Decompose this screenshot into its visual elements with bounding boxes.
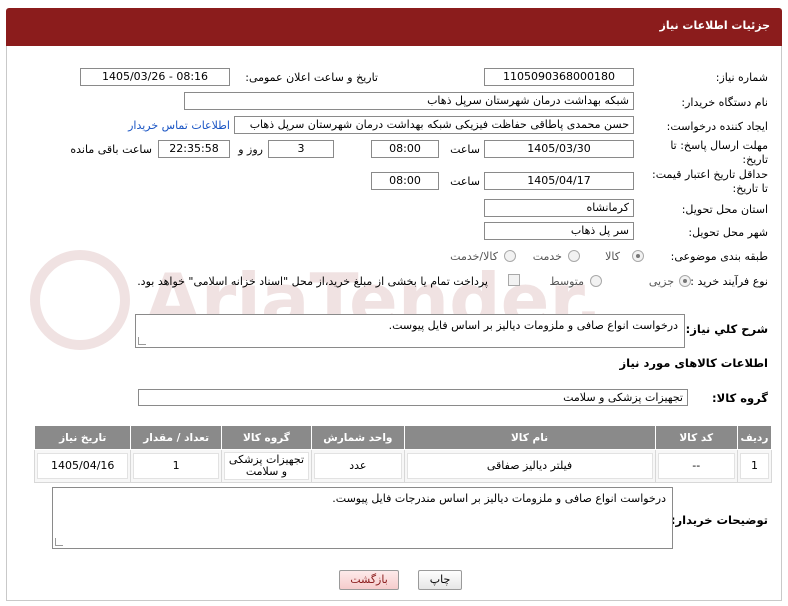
buyer-contact-link[interactable]: اطلاعات تماس خریدار <box>128 119 230 132</box>
city-label: شهر محل تحویل: <box>688 226 768 239</box>
validity-label: حداقل تاریخ اعتبار قیمت: <box>652 168 768 181</box>
cell-unit: عدد <box>314 453 402 479</box>
province-label: استان محل تحویل: <box>681 203 768 216</box>
deadline-date-field: 1405/03/30 <box>484 140 634 158</box>
col-unit: واحد شمارش <box>311 425 405 450</box>
col-goods-name: نام کالا <box>403 425 656 450</box>
print-button[interactable]: چاپ <box>418 570 462 590</box>
need-number-field: 1105090368000180 <box>484 68 634 86</box>
resize-grip-icon[interactable] <box>55 538 63 546</box>
summary-textarea[interactable]: درخواست انواع صافی و ملزومات دیالیز بر ا… <box>135 314 685 348</box>
buyer-org-field: شبکه بهداشت درمان شهرستان سرپل ذهاب <box>184 92 634 110</box>
time-remaining-field: 22:35:58 <box>158 140 230 158</box>
table-row: 1 -- فیلتر دیالیز صفاقی عدد تجهیزات پزشک… <box>33 449 773 483</box>
back-button[interactable]: بازگشت <box>339 570 399 590</box>
summary-label: شرح کلي نياز: <box>685 322 768 336</box>
announce-label: تاریخ و ساعت اعلان عمومی: <box>245 71 378 84</box>
process-radio-medium[interactable] <box>590 275 602 287</box>
requester-label: ایجاد کننده درخواست: <box>666 120 768 133</box>
goods-group-field: تجهیزات پزشکی و سلامت <box>138 389 688 406</box>
goods-table: ردیف کد کالا نام کالا واحد شمارش گروه کا… <box>33 425 773 483</box>
goods-section-title: اطلاعات کالاهای مورد نیاز <box>619 356 768 370</box>
province-field: کرمانشاه <box>484 199 634 217</box>
city-field: سر پل ذهاب <box>484 222 634 240</box>
validity-time-field: 08:00 <box>371 172 439 190</box>
category-radio-goods[interactable] <box>632 250 644 262</box>
buyer-notes-label: توضیحات خریدار: <box>670 513 768 527</box>
col-need-date: تاریخ نیاز <box>33 425 132 450</box>
buyer-notes-textarea[interactable]: درخواست انواع صافی و ملزومات دیالیز بر ا… <box>52 487 673 549</box>
days-remaining-field: 3 <box>268 140 334 158</box>
process-option-medium: متوسط <box>549 275 584 288</box>
announce-field: 1405/03/26 - 08:16 <box>80 68 230 86</box>
buyer-org-label: نام دستگاه خریدار: <box>681 96 768 109</box>
deadline-label: مهلت ارسال پاسخ: تا <box>670 139 768 152</box>
category-option-goods: کالا <box>605 250 620 263</box>
cell-goods-group: تجهیزات پزشکی و سلامت <box>223 452 310 480</box>
col-goods-group: گروه کالا <box>220 425 313 450</box>
deadline-time-field: 08:00 <box>371 140 439 158</box>
category-radio-goods-service[interactable] <box>504 250 516 262</box>
page-header: جزئیات اطلاعات نیاز <box>6 8 782 46</box>
process-label: نوع فرآیند خرید : <box>690 275 768 288</box>
col-quantity: تعداد / مقدار <box>130 425 222 450</box>
cell-row-number: 1 <box>739 453 769 479</box>
goods-group-label: گروه کالا: <box>712 391 768 405</box>
category-label: طبقه بندی موضوعی: <box>670 250 768 263</box>
buyer-notes-text: درخواست انواع صافی و ملزومات دیالیز بر ا… <box>332 492 666 505</box>
cell-quantity: 1 <box>133 453 219 479</box>
requester-field: حسن محمدی پاطاقی حفاظت فیزیکی شبکه بهداش… <box>234 116 634 134</box>
deadline-label-date: تاریخ: <box>742 153 768 166</box>
resize-grip-icon[interactable] <box>138 337 146 345</box>
validity-date-field: 1405/04/17 <box>484 172 634 190</box>
deadline-time-label: ساعت <box>450 143 480 156</box>
treasury-payment-note: پرداخت تمام یا بخشی از مبلغ خرید،از محل … <box>137 275 488 288</box>
col-goods-code: کد کالا <box>654 425 738 450</box>
page-title: جزئیات اطلاعات نیاز <box>659 19 771 32</box>
process-option-minor: جزیی <box>648 275 674 288</box>
category-option-goods-service: کالا/خدمت <box>450 250 498 263</box>
cell-need-date: 1405/04/16 <box>37 453 129 479</box>
cell-goods-name: فیلتر دیالیز صفاقی <box>406 453 653 479</box>
col-row-number: ردیف <box>736 425 773 450</box>
days-label: روز و <box>238 143 263 156</box>
validity-label-date: تا تاریخ: <box>732 182 768 195</box>
summary-text: درخواست انواع صافی و ملزومات دیالیز بر ا… <box>388 319 678 332</box>
watermark-logo-icon <box>30 250 130 350</box>
process-radio-minor[interactable] <box>679 275 691 287</box>
treasury-payment-checkbox[interactable] <box>508 274 520 286</box>
category-radio-service[interactable] <box>568 250 580 262</box>
goods-table-header: ردیف کد کالا نام کالا واحد شمارش گروه کا… <box>33 425 773 450</box>
need-number-label: شماره نیاز: <box>715 71 768 84</box>
category-option-service: خدمت <box>532 250 562 263</box>
validity-time-label: ساعت <box>450 175 480 188</box>
time-remaining-label: ساعت باقی مانده <box>70 143 152 156</box>
cell-goods-code: -- <box>657 453 735 479</box>
